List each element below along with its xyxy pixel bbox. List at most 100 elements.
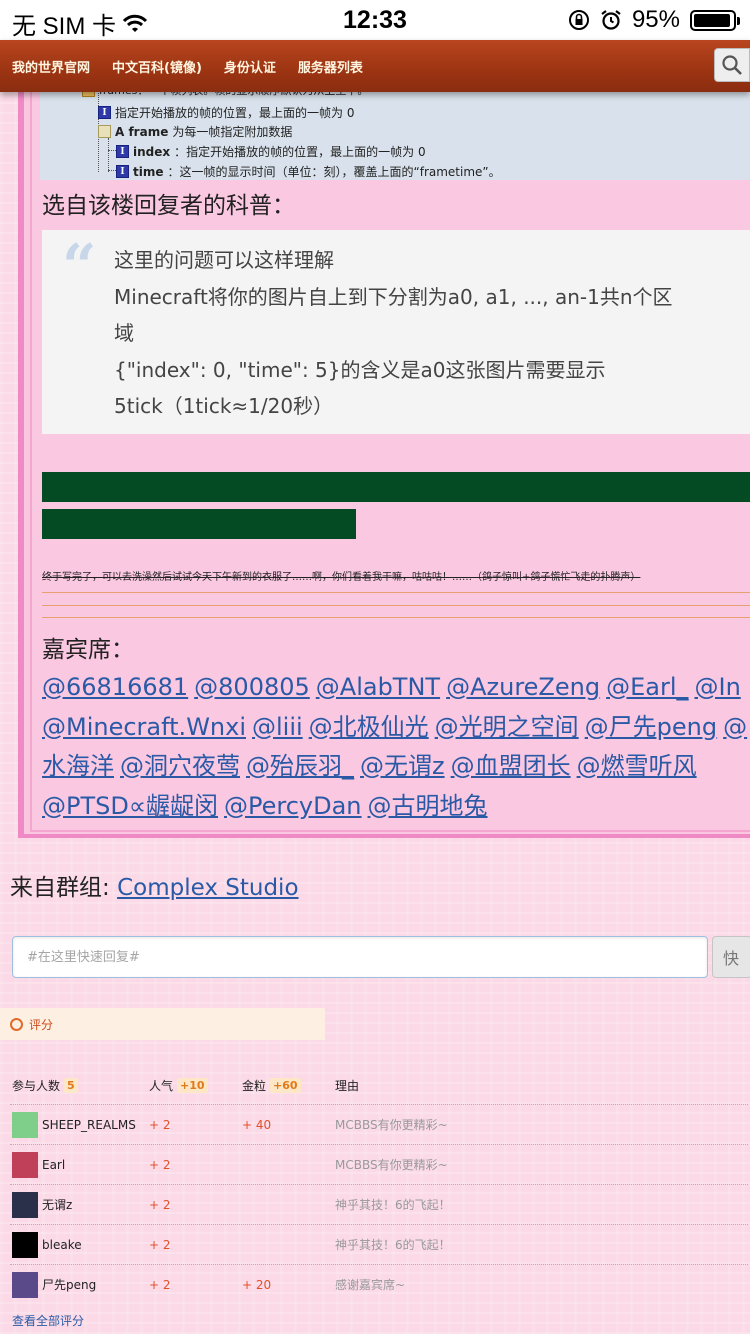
user-mention[interactable]: 水海洋 <box>42 752 114 780</box>
int-icon: I <box>116 165 129 178</box>
user-mention[interactable]: @PTSD∝龌龊闵 <box>42 792 218 820</box>
user-mention[interactable]: @Minecraft.Wnxi <box>42 713 246 741</box>
hidden-text-bar <box>42 472 750 502</box>
rater-cell[interactable]: 尸先peng <box>12 1265 96 1304</box>
rater-cell[interactable]: Earl <box>12 1145 65 1184</box>
quote-line: 这里的问题可以这样理解 <box>114 248 334 272</box>
alarm-icon <box>601 10 621 30</box>
view-all-ratings-link[interactable]: 查看全部评分 <box>12 1312 84 1329</box>
quote-line: 5tick（1tick≈1/20秒） <box>114 394 334 418</box>
int-icon: I <box>116 145 129 158</box>
popularity-value: + 2 <box>149 1277 171 1292</box>
rater-name: 尸先peng <box>42 1278 97 1292</box>
quick-reply-input[interactable] <box>12 936 708 978</box>
rater-cell[interactable]: SHEEP_REALMS <box>12 1105 136 1144</box>
divider <box>42 605 750 606</box>
user-mention[interactable]: @AzureZeng <box>446 673 600 701</box>
header-label: 参与人数 <box>12 1078 61 1093</box>
int-icon: I <box>98 106 111 119</box>
reason-text: MCBBS有你更精彩~ <box>335 1118 448 1132</box>
popularity-value: + 2 <box>149 1237 171 1252</box>
user-mention[interactable]: @800805 <box>194 673 310 701</box>
user-mention[interactable]: @北极仙光 <box>309 713 429 741</box>
quote-box: “ 这里的问题可以这样理解 Minecraft将你的图片自上到下分割为a0, a… <box>42 230 750 434</box>
guest-line: 水海洋 @洞穴夜莺 @殆辰羽_ @无谓z @血盟团长 @燃雪听风 <box>42 747 750 787</box>
user-mention[interactable]: @殆辰羽_ <box>246 752 354 780</box>
rotation-lock-icon <box>568 10 589 30</box>
rating-row: bleake + 2 神乎其技！6的飞起！ <box>10 1224 748 1264</box>
nav-item-servers[interactable]: 服务器列表 <box>298 57 363 76</box>
popularity-value: + 2 <box>149 1197 171 1212</box>
user-mention[interactable]: @古明地兔 <box>368 792 488 820</box>
popularity-total: +10 <box>177 1077 208 1093</box>
nav-item-auth[interactable]: 身份认证 <box>224 57 276 76</box>
user-mention[interactable]: @AlabTNT <box>316 673 440 701</box>
rater-cell[interactable]: bleake <box>12 1225 82 1264</box>
guest-line: @PTSD∝龌龊闵 @PercyDan @古明地兔 <box>42 787 750 827</box>
tree-sub-time-line: I time ：这一帧的显示时间（单位：刻），覆盖上面的“frametime”。 <box>116 163 501 180</box>
quote-heading: 选自该楼回复者的科普： <box>42 193 295 219</box>
hidden-text-bar <box>42 509 356 539</box>
divider <box>42 617 750 618</box>
user-mention[interactable]: @PercyDan <box>224 792 362 820</box>
user-mention[interactable]: @ <box>723 713 747 741</box>
popularity-value: + 2 <box>149 1157 171 1172</box>
col-reason: 理由 <box>335 1068 359 1102</box>
group-link[interactable]: Complex Studio <box>117 875 298 901</box>
tree-frame-line: A frame 为每一帧指定附加数据 <box>98 123 292 140</box>
header-label: 金粒 <box>242 1078 267 1093</box>
strikethrough-note: 终于写完了，可以去洗澡然后试试今天下午新到的衣服了……啊，你们看着我干嘛，咕咕咕… <box>42 572 641 583</box>
user-mention[interactable]: @洞穴夜莺 <box>120 752 240 780</box>
tree-index-text: 指定开始播放的帧的位置，最上面的一帧为 0 <box>115 106 355 120</box>
participants-count: 5 <box>64 1077 78 1093</box>
gold-total: +60 <box>270 1077 301 1093</box>
user-mention[interactable]: @血盟团长 <box>451 752 571 780</box>
tree-sub-index-desc: ：指定开始播放的帧的位置，最上面的一帧为 0 <box>174 145 426 159</box>
search-button[interactable] <box>714 48 750 82</box>
rating-row: 尸先peng + 2 + 20 感谢嘉宾席~ <box>10 1264 748 1304</box>
user-mention[interactable]: @光明之空间 <box>435 713 579 741</box>
avatar <box>12 1191 38 1218</box>
quote-line: 域 <box>114 321 134 345</box>
battery-icon <box>690 9 740 31</box>
gold-value: + 40 <box>242 1117 272 1132</box>
user-mention[interactable]: @尸先peng <box>585 713 717 741</box>
user-mention[interactable]: @无谓z <box>360 752 445 780</box>
nav-item-wiki[interactable]: 中文百科(镜像) <box>112 57 202 76</box>
guest-line: @66816681 @800805 @AlabTNT @AzureZeng @Earl_… <box>42 668 750 708</box>
user-mention[interactable]: @66816681 <box>42 673 188 701</box>
rating-circle-icon <box>10 1017 23 1031</box>
reply-submit-button[interactable]: 快 <box>712 936 750 978</box>
tree-sub-index-line: I index ：指定开始播放的帧的位置，最上面的一帧为 0 <box>116 143 426 160</box>
reason-text: 感谢嘉宾席~ <box>335 1278 406 1292</box>
nav-item-official[interactable]: 我的世界官网 <box>12 57 90 76</box>
tree-sub-index-label: index <box>133 144 171 159</box>
guest-line: @Minecraft.Wnxi @liii @北极仙光 @光明之空间 @尸先peng @ <box>42 708 750 748</box>
user-mention[interactable]: @In <box>694 673 740 701</box>
tree-frame-label: A frame <box>115 124 169 139</box>
site-nav: 我的世界官网 中文百科(镜像) 身份认证 服务器列表 <box>0 40 750 92</box>
rater-cell[interactable]: 无谓z <box>12 1185 72 1224</box>
reason-text: 神乎其技！6的飞起！ <box>335 1198 451 1212</box>
header-label: 人气 <box>149 1078 174 1093</box>
user-mention[interactable]: @liii <box>252 713 303 741</box>
gold-value: + 20 <box>242 1277 272 1292</box>
guest-heading: 嘉宾席： <box>42 637 134 663</box>
tree-frame-desc: 为每一帧指定附加数据 <box>172 125 293 139</box>
rating-row: SHEEP_REALMS + 2 + 40 MCBBS有你更精彩~ <box>10 1104 748 1144</box>
col-participants: 参与人数 5 <box>12 1068 78 1102</box>
avatar <box>12 1111 38 1138</box>
rating-row: 无谓z + 2 神乎其技！6的飞起！ <box>10 1184 748 1224</box>
group-label: 来自群组: <box>10 875 118 901</box>
rating-header[interactable]: 评分 <box>0 1008 325 1040</box>
quote-line: {"index": 0, "time": 5}的含义是a0这张图片需要显示 <box>114 357 606 382</box>
reason-text: 神乎其技！6的飞起！ <box>335 1238 451 1252</box>
battery-percent: 95% <box>631 6 680 33</box>
user-mention[interactable]: @燃雪听风 <box>577 752 697 780</box>
nbt-tree-image: frames：一个帧列表。帧的显示顺序默认为从上至下。 I 指定开始播放的帧的位… <box>40 80 750 180</box>
user-mention[interactable]: @Earl_ <box>606 673 688 701</box>
rating-title: 评分 <box>29 1017 54 1032</box>
col-popularity: 人气 +10 <box>149 1068 208 1102</box>
rater-name: 无谓z <box>42 1198 73 1212</box>
avatar <box>12 1151 38 1178</box>
